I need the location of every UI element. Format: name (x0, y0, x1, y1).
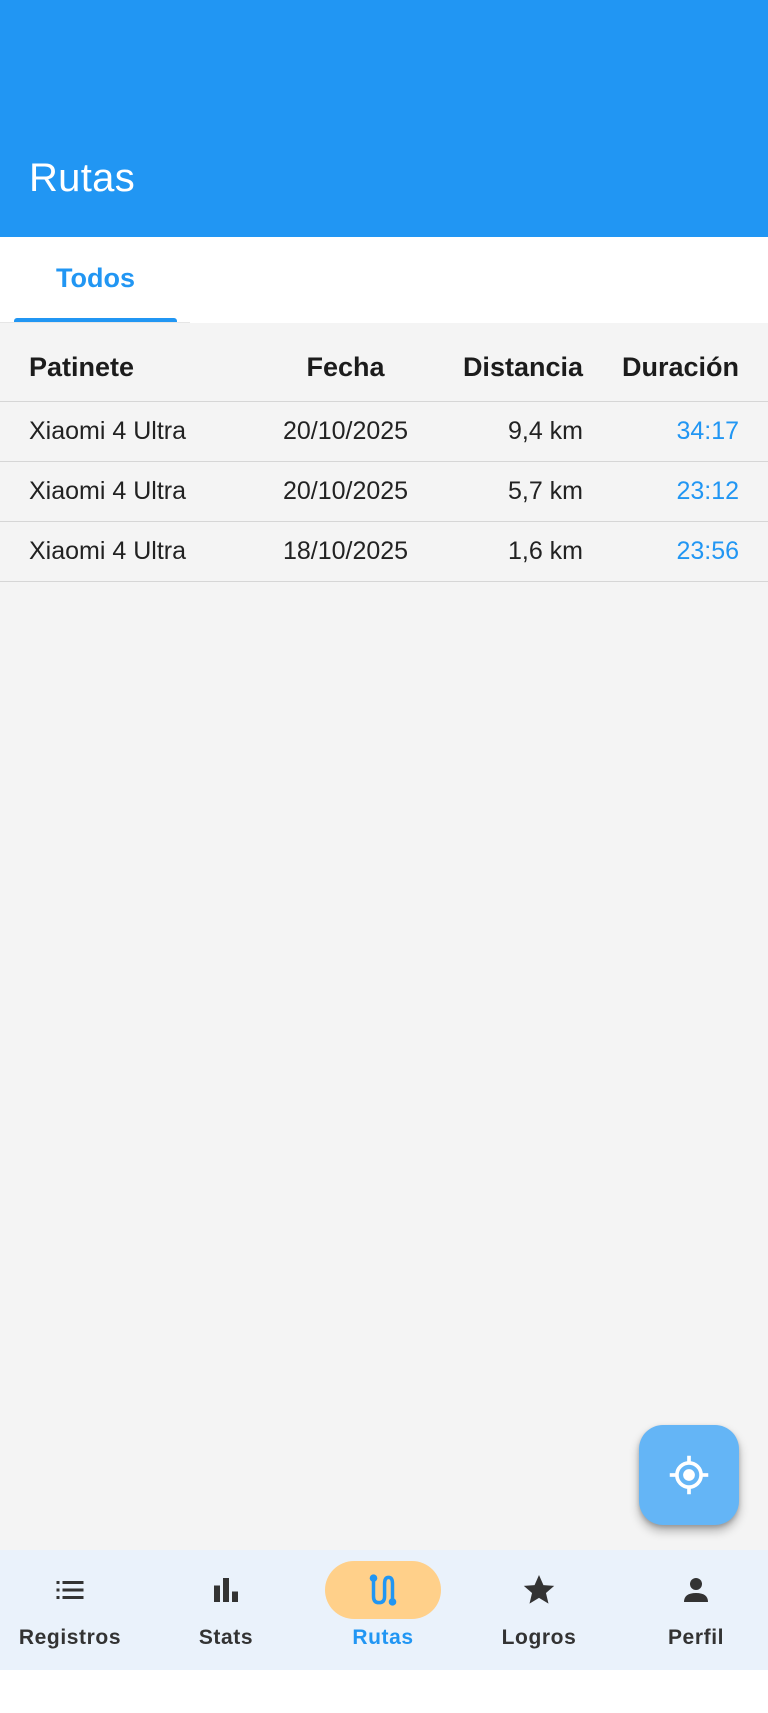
nav-label: Rutas (352, 1626, 414, 1649)
app-bar: Rutas (0, 0, 768, 237)
nav-label: Perfil (667, 1626, 725, 1649)
nav-logros[interactable]: Logros (461, 1550, 617, 1670)
nav-icon-pill (638, 1561, 754, 1619)
nav-label: Registros (18, 1626, 122, 1649)
my-location-fab[interactable] (639, 1425, 739, 1525)
table-row[interactable]: Xiaomi 4 Ultra 18/10/2025 1,6 km 23:56 (0, 522, 768, 582)
list-icon (56, 1581, 84, 1599)
bar-chart-icon (214, 1578, 238, 1602)
cell-scooter: Xiaomi 4 Ultra (29, 477, 186, 505)
routes-table: Patinete Fecha Distancia Duración Xiaomi… (0, 323, 768, 582)
cell-date: 18/10/2025 (282, 537, 409, 565)
header-scooter[interactable]: Patinete (29, 323, 134, 401)
cell-distance: 1,6 km (507, 537, 583, 565)
nav-label: Stats (198, 1626, 254, 1649)
table-row[interactable]: Xiaomi 4 Ultra 20/10/2025 5,7 km 23:12 (0, 462, 768, 522)
bottom-navigation: Registros Stats Rutas Logros Perfil (0, 1550, 768, 1670)
cell-date: 20/10/2025 (282, 417, 409, 445)
page-title: Rutas (29, 156, 135, 200)
nav-perfil[interactable]: Perfil (618, 1550, 768, 1670)
system-bottom-area (0, 1670, 768, 1713)
cell-duration-link[interactable]: 23:56 (676, 522, 739, 581)
cell-distance: 5,7 km (507, 477, 583, 505)
cell-date: 20/10/2025 (282, 477, 409, 505)
header-distance[interactable]: Distancia (463, 323, 583, 401)
tab-todos[interactable]: Todos (14, 237, 177, 323)
table-header: Patinete Fecha Distancia Duración (0, 323, 768, 402)
cell-scooter: Xiaomi 4 Ultra (29, 417, 186, 445)
person-icon (684, 1578, 708, 1602)
routes-content: Patinete Fecha Distancia Duración Xiaomi… (0, 323, 768, 1550)
star-icon (523, 1574, 555, 1604)
header-duration[interactable]: Duración (622, 323, 739, 401)
my-location-icon (669, 1455, 709, 1495)
nav-icon-pill (481, 1561, 597, 1619)
cell-distance: 9,4 km (507, 417, 583, 445)
tab-bar: Todos (0, 237, 768, 323)
nav-icon-pill (325, 1561, 441, 1619)
header-date[interactable]: Fecha (240, 323, 451, 401)
nav-icon-pill (12, 1561, 128, 1619)
nav-label: Logros (501, 1626, 577, 1649)
route-icon (369, 1574, 397, 1606)
tab-label: Todos (56, 263, 135, 293)
table-row[interactable]: Xiaomi 4 Ultra 20/10/2025 9,4 km 34:17 (0, 402, 768, 462)
cell-duration-link[interactable]: 23:12 (676, 462, 739, 521)
nav-stats[interactable]: Stats (148, 1550, 304, 1670)
cell-duration-link[interactable]: 34:17 (676, 402, 739, 461)
nav-icon-pill (168, 1561, 284, 1619)
cell-scooter: Xiaomi 4 Ultra (29, 537, 186, 565)
nav-rutas[interactable]: Rutas (305, 1550, 461, 1670)
nav-registros[interactable]: Registros (0, 1550, 148, 1670)
